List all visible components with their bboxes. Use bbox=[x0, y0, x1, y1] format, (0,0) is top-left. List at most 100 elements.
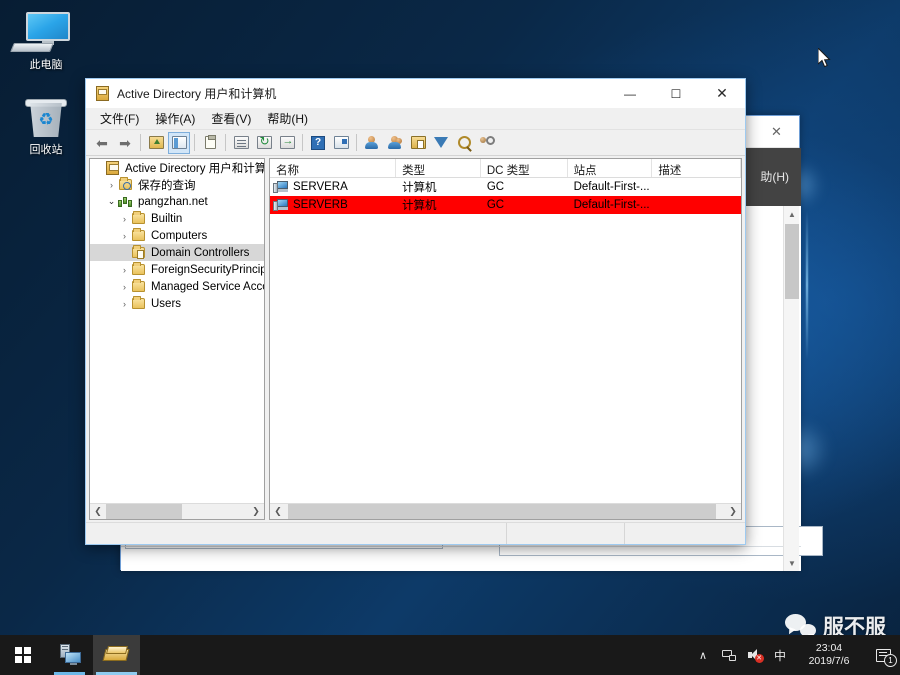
show-hidden-icons-button[interactable]: ∧ bbox=[690, 635, 716, 675]
chevron-right-icon[interactable]: › bbox=[118, 282, 131, 292]
ad-window-titlebar[interactable]: Active Directory 用户和计算机 — ☐ ✕ bbox=[86, 79, 745, 108]
scrollbar-thumb[interactable] bbox=[785, 224, 799, 299]
scroll-down-icon[interactable]: ▼ bbox=[784, 555, 800, 571]
find-objects-icon[interactable] bbox=[476, 132, 498, 154]
scroll-left-icon[interactable]: ❮ bbox=[90, 504, 106, 519]
tree-item-managed-service-acco[interactable]: › Managed Service Acco bbox=[90, 278, 264, 295]
volume-muted-icon[interactable]: ✕ bbox=[742, 635, 768, 675]
clock[interactable]: 23:04 2019/7/6 bbox=[792, 642, 866, 668]
tree-item-computers[interactable]: › Computers bbox=[90, 227, 264, 244]
column-header-4[interactable]: 描述 bbox=[652, 159, 741, 177]
list-rows[interactable]: SERVERA 计算机 GC Default-First-... SERVERB 计算机 G… bbox=[270, 178, 741, 503]
chevron-right-icon[interactable]: › bbox=[118, 231, 131, 241]
new-group-icon[interactable] bbox=[384, 132, 406, 154]
cell-name: SERVERA bbox=[270, 180, 396, 194]
tree-item-label: Users bbox=[151, 297, 182, 310]
tree-item-label: Domain Controllers bbox=[151, 246, 250, 259]
cell-text: SERVERA bbox=[293, 181, 348, 193]
ime-indicator[interactable]: 中 bbox=[768, 635, 792, 675]
column-header-0[interactable]: 名称 bbox=[270, 159, 397, 177]
up-one-level-icon[interactable] bbox=[145, 132, 167, 154]
scrollbar-track[interactable] bbox=[286, 504, 725, 519]
details-list-pane[interactable]: 名称 类型 DC 类型 站点 描述 SERVERA 计算机 GC Default-First-… bbox=[269, 158, 742, 520]
table-row[interactable]: SERVERA 计算机 GC Default-First-... bbox=[270, 178, 741, 196]
divider bbox=[121, 546, 801, 547]
taskbar[interactable]: ∧ ✕ 中 23:04 2019/7/6 1 bbox=[0, 635, 900, 675]
show-hide-tree-icon[interactable] bbox=[168, 131, 190, 154]
new-user-icon[interactable] bbox=[361, 132, 383, 154]
tree-item-[interactable]: › 保存的查询 bbox=[90, 176, 264, 193]
forward-arrow-icon[interactable]: ➡ bbox=[114, 132, 136, 154]
menu-action[interactable]: 操作(A) bbox=[147, 108, 203, 129]
tree-item-label: pangzhan.net bbox=[138, 195, 208, 208]
network-icon[interactable] bbox=[716, 635, 742, 675]
taskbar-server-manager[interactable] bbox=[46, 635, 93, 675]
new-ou-icon[interactable] bbox=[407, 132, 429, 154]
close-icon[interactable]: ✕ bbox=[754, 116, 799, 147]
scroll-right-icon[interactable]: ❯ bbox=[725, 504, 741, 519]
column-header-2[interactable]: DC 类型 bbox=[481, 159, 568, 177]
domain-icon bbox=[118, 195, 134, 209]
toolbar-separator bbox=[194, 134, 195, 151]
menu-bar: 文件(F) 操作(A) 查看(V) 帮助(H) bbox=[86, 108, 745, 130]
maximize-button[interactable]: ☐ bbox=[653, 79, 699, 108]
tree-item-pangzhan-net[interactable]: ⌄ pangzhan.net bbox=[90, 193, 264, 210]
scroll-up-icon[interactable]: ▲ bbox=[784, 206, 800, 222]
clock-date: 2019/7/6 bbox=[808, 655, 850, 667]
chevron-right-icon[interactable]: › bbox=[118, 265, 131, 275]
taskbar-ad-users-computers[interactable] bbox=[93, 635, 140, 675]
find-icon[interactable] bbox=[453, 132, 475, 154]
scrollbar-track[interactable] bbox=[106, 504, 248, 519]
status-segment bbox=[625, 523, 745, 544]
list-column-headers[interactable]: 名称 类型 DC 类型 站点 描述 bbox=[270, 159, 741, 178]
chevron-right-icon[interactable]: › bbox=[105, 180, 118, 190]
scrollbar-thumb[interactable] bbox=[106, 504, 182, 519]
column-header-3[interactable]: 站点 bbox=[568, 159, 653, 177]
menu-view[interactable]: 查看(V) bbox=[203, 108, 259, 129]
properties-icon[interactable] bbox=[230, 132, 252, 154]
chevron-down-icon[interactable]: ⌄ bbox=[105, 196, 118, 207]
clipboard-icon[interactable] bbox=[199, 132, 221, 154]
tree-item-label: 保存的查询 bbox=[138, 179, 196, 192]
list-horizontal-scrollbar[interactable]: ❮ ❯ bbox=[270, 503, 741, 519]
help-icon[interactable]: ? bbox=[307, 132, 329, 154]
desktop-icon-recycle-bin[interactable]: ♻ 回收站 bbox=[4, 95, 88, 157]
tree-item-foreignsecurityprincipa[interactable]: › ForeignSecurityPrincipa bbox=[90, 261, 264, 278]
chevron-right-icon[interactable]: › bbox=[118, 299, 131, 309]
tree-item-label: Computers bbox=[151, 229, 208, 242]
scrollbar-thumb[interactable] bbox=[288, 504, 716, 519]
cell-text: SERVERB bbox=[293, 199, 348, 211]
toolbar-separator bbox=[356, 134, 357, 151]
tree-item-users[interactable]: › Users bbox=[90, 295, 264, 312]
tree-horizontal-scrollbar[interactable]: ❮ ❯ bbox=[90, 503, 264, 519]
background-window-vertical-scrollbar[interactable]: ▲ ▼ bbox=[783, 206, 799, 571]
ad-users-and-computers-window[interactable]: Active Directory 用户和计算机 — ☐ ✕ 文件(F) 操作(A… bbox=[85, 78, 746, 545]
tree-item-builtin[interactable]: › Builtin bbox=[90, 210, 264, 227]
console-tree-pane[interactable]: Active Directory 用户和计算机 › 保存的查询 ⌄ pangzhan.n… bbox=[89, 158, 265, 520]
start-button[interactable] bbox=[0, 635, 46, 675]
window-title: Active Directory 用户和计算机 bbox=[117, 87, 277, 101]
console-window-icon[interactable] bbox=[330, 132, 352, 154]
scroll-left-icon[interactable]: ❮ bbox=[270, 504, 286, 519]
menu-help[interactable]: 帮助(H) bbox=[259, 108, 316, 129]
back-arrow-icon[interactable]: ⬅ bbox=[91, 132, 113, 154]
export-list-icon[interactable] bbox=[276, 132, 298, 154]
menu-file[interactable]: 文件(F) bbox=[92, 108, 147, 129]
close-button[interactable]: ✕ bbox=[699, 79, 745, 108]
cell-type: 计算机 bbox=[402, 200, 437, 212]
scroll-right-icon[interactable]: ❯ bbox=[248, 504, 264, 519]
tree-item-domain-controllers[interactable]: Domain Controllers bbox=[90, 244, 264, 261]
filter-icon[interactable] bbox=[430, 132, 452, 154]
refresh-icon[interactable] bbox=[253, 132, 275, 154]
chevron-right-icon[interactable]: › bbox=[118, 214, 131, 224]
tree-item-active-directory[interactable]: Active Directory 用户和计算机 bbox=[90, 159, 264, 176]
column-header-1[interactable]: 类型 bbox=[396, 159, 481, 177]
minimize-button[interactable]: — bbox=[607, 79, 653, 108]
console-tree[interactable]: Active Directory 用户和计算机 › 保存的查询 ⌄ pangzhan.n… bbox=[90, 159, 264, 503]
toolbar-separator bbox=[302, 134, 303, 151]
tree-item-label: Active Directory 用户和计算机 bbox=[125, 162, 264, 175]
desktop-icon-this-pc[interactable]: 此电脑 bbox=[4, 10, 88, 72]
action-center-button[interactable]: 1 bbox=[866, 635, 900, 675]
table-row[interactable]: SERVERB 计算机 GC Default-First-... bbox=[270, 196, 741, 214]
clock-time: 23:04 bbox=[815, 642, 843, 654]
